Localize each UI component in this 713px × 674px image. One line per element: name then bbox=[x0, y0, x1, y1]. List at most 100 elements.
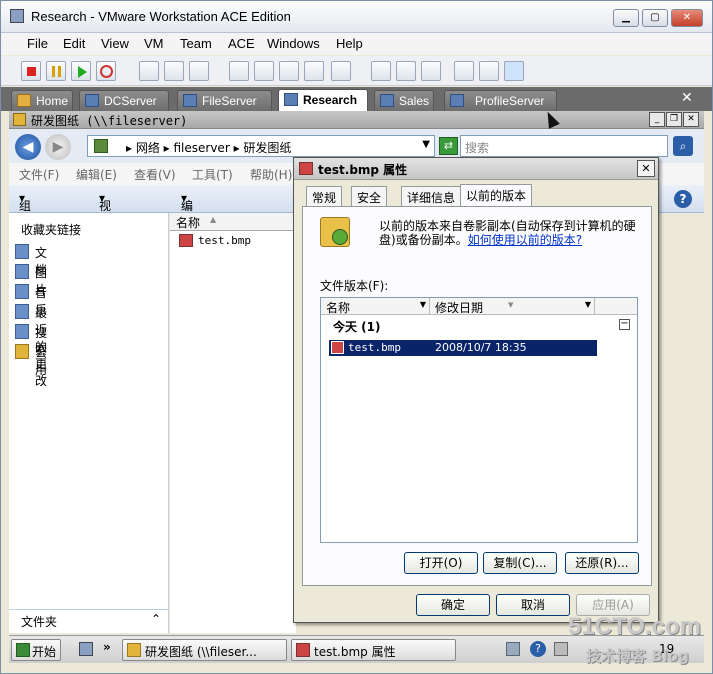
tab-previous-versions[interactable]: 以前的版本 bbox=[460, 184, 533, 207]
folder-icon bbox=[15, 344, 29, 359]
tab-home[interactable]: Home bbox=[11, 90, 73, 111]
explorer-menu-tools[interactable]: 工具(T) bbox=[192, 166, 233, 183]
chevron-up-icon: ⌃ bbox=[151, 612, 162, 626]
menu-edit[interactable]: Edit bbox=[63, 36, 85, 51]
open-button[interactable]: 打开(O) bbox=[404, 552, 478, 574]
console-icon[interactable] bbox=[331, 61, 351, 81]
cancel-button[interactable]: 取消 bbox=[496, 594, 570, 616]
tab-general[interactable]: 常规 bbox=[306, 186, 343, 206]
vm-icon bbox=[85, 94, 99, 107]
explorer-menu-help[interactable]: 帮助(H) bbox=[250, 166, 292, 183]
explorer-restore-button[interactable]: ❐ bbox=[666, 112, 682, 127]
power-on-icon[interactable] bbox=[71, 61, 91, 81]
chevron-down-icon[interactable]: ▼ bbox=[422, 139, 430, 150]
maximize-button[interactable]: ▢ bbox=[642, 9, 668, 27]
explorer-menu-view[interactable]: 查看(V) bbox=[134, 166, 176, 183]
organize-button[interactable]: 组织 ▾ bbox=[19, 191, 31, 230]
menu-view[interactable]: View bbox=[101, 36, 129, 51]
chevron-down-icon[interactable]: ▼ bbox=[420, 300, 426, 309]
tab-research[interactable]: Research bbox=[278, 89, 368, 111]
network-folder-icon bbox=[13, 113, 26, 126]
start-button[interactable]: 开始 bbox=[11, 639, 61, 661]
edit-button[interactable]: 编辑 ▾ bbox=[181, 191, 193, 230]
show-desktop-icon[interactable] bbox=[79, 642, 93, 656]
explorer-menu-file[interactable]: 文件(F) bbox=[19, 166, 59, 183]
tab-security[interactable]: 安全 bbox=[351, 186, 388, 206]
console-view-icon[interactable] bbox=[479, 61, 499, 81]
file-item[interactable]: test.bmp bbox=[178, 233, 290, 249]
vm-icon bbox=[450, 94, 464, 107]
version-row[interactable]: test.bmp 2008/10/7 18:35 bbox=[329, 340, 597, 356]
menu-vm[interactable]: VM bbox=[144, 36, 164, 51]
close-button[interactable]: ✕ bbox=[671, 9, 703, 27]
col-header-name[interactable]: 名称 ▼ bbox=[321, 298, 430, 315]
address-input[interactable]: ▸ 网络 ▸ fileserver ▸ 研发图纸 ▼ bbox=[87, 135, 435, 157]
vm-icon bbox=[183, 94, 197, 107]
revert-snapshot-icon[interactable] bbox=[164, 61, 184, 81]
sidebar-toggle-icon[interactable] bbox=[371, 61, 391, 81]
column-header-name[interactable]: 名称 ▲ bbox=[170, 213, 294, 231]
minimize-button[interactable]: ▁ bbox=[613, 9, 639, 27]
tab-dcserver[interactable]: DCServer bbox=[79, 90, 169, 111]
collapse-icon[interactable]: − bbox=[619, 319, 630, 330]
menu-windows[interactable]: Windows bbox=[267, 36, 320, 51]
team-icon[interactable] bbox=[229, 61, 249, 81]
navigation-pane: 收藏夹链接 文档 图片 音乐 最近的更改 搜索 公用 文件夹 ⌃ bbox=[9, 213, 169, 633]
suspend-icon[interactable] bbox=[46, 61, 66, 81]
explorer-title-bar: 研发图纸 (\\fileserver) _ ❐ ✕ bbox=[9, 111, 704, 129]
dialog-close-button[interactable]: ✕ bbox=[637, 160, 655, 177]
group-header[interactable]: 今天 (1) − bbox=[321, 316, 637, 336]
refresh-icon[interactable]: ⇄ bbox=[439, 137, 458, 155]
tab-sales[interactable]: Sales bbox=[374, 90, 434, 111]
menu-file[interactable]: File bbox=[27, 36, 48, 51]
task-properties[interactable]: test.bmp 属性 bbox=[291, 639, 456, 661]
folders-toggle[interactable]: 文件夹 ⌃ bbox=[9, 609, 168, 631]
quick-switch-icon[interactable] bbox=[421, 61, 441, 81]
dialog-title: test.bmp 属性 bbox=[318, 163, 408, 177]
search-icon[interactable]: ⌕ bbox=[673, 136, 693, 156]
explorer-minimize-button[interactable]: _ bbox=[649, 112, 665, 127]
chevron-down-icon[interactable]: ▼ bbox=[585, 300, 591, 309]
restore-button[interactable]: 还原(R)... bbox=[565, 552, 639, 574]
back-arrow-icon[interactable]: ◀ bbox=[15, 134, 41, 160]
tab-fileserver[interactable]: FileServer bbox=[177, 90, 272, 111]
team-suspend-icon[interactable] bbox=[279, 61, 299, 81]
col-header-date[interactable]: 修改日期 ▼ ▼ bbox=[430, 298, 595, 315]
forward-arrow-icon[interactable]: ▶ bbox=[45, 134, 71, 160]
reset-icon[interactable] bbox=[96, 61, 116, 81]
folder-icon bbox=[127, 643, 141, 657]
menu-ace[interactable]: ACE bbox=[228, 36, 255, 51]
tab-details[interactable]: 详细信息 bbox=[401, 186, 462, 206]
explorer-close-button[interactable]: ✕ bbox=[683, 112, 699, 127]
tab-profileserver[interactable]: ProfileServer bbox=[444, 90, 557, 111]
help-icon[interactable]: ? bbox=[674, 190, 692, 208]
views-button[interactable]: 视图 ▾ bbox=[99, 191, 111, 230]
vm-icon bbox=[284, 93, 298, 106]
sort-up-icon: ▲ bbox=[210, 215, 217, 224]
explorer-menu-edit[interactable]: 编辑(E) bbox=[76, 166, 117, 183]
quick-launch-chevron-icon[interactable]: » bbox=[103, 640, 111, 654]
menu-help[interactable]: Help bbox=[336, 36, 363, 51]
snapshot-manager-icon[interactable] bbox=[189, 61, 209, 81]
menu-team[interactable]: Team bbox=[180, 36, 212, 51]
music-icon bbox=[15, 284, 29, 299]
tray-network-icon[interactable] bbox=[506, 642, 520, 656]
power-off-icon[interactable] bbox=[21, 61, 41, 81]
copy-button[interactable]: 复制(C)... bbox=[483, 552, 557, 574]
how-to-use-link[interactable]: 如何使用以前的版本? bbox=[468, 233, 582, 247]
summary-view-icon[interactable] bbox=[454, 61, 474, 81]
snapshot-icon[interactable] bbox=[139, 61, 159, 81]
appliance-view-icon[interactable] bbox=[504, 61, 524, 81]
bitmap-file-icon bbox=[296, 643, 310, 657]
home-icon bbox=[17, 94, 31, 107]
watermark-logo: 51CTO.com 技术博客 Blog bbox=[568, 613, 701, 665]
task-explorer[interactable]: 研发图纸 (\\fileser... bbox=[122, 639, 287, 661]
previous-versions-panel: 以前的版本来自卷影副本(自动保存到计算机的硬盘)或备份副本。如何使用以前的版本?… bbox=[302, 206, 652, 586]
close-tab-icon[interactable]: ✕ bbox=[681, 90, 693, 106]
full-screen-icon[interactable] bbox=[396, 61, 416, 81]
tray-help-icon[interactable]: ? bbox=[530, 641, 546, 657]
ok-button[interactable]: 确定 bbox=[416, 594, 490, 616]
team-reset-icon[interactable] bbox=[304, 61, 324, 81]
team-power-icon[interactable] bbox=[254, 61, 274, 81]
search-input[interactable]: 搜索 bbox=[460, 135, 668, 157]
